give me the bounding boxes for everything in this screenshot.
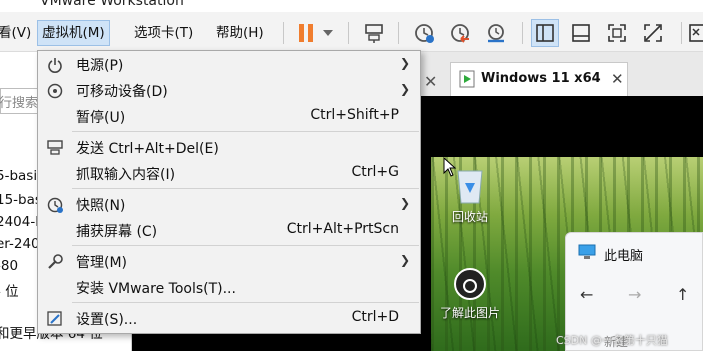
submenu-arrow-icon: ❯ bbox=[399, 196, 410, 210]
forward-arrow-icon[interactable]: → bbox=[628, 285, 641, 304]
menu-item-label: 安装 VMware Tools(T)... bbox=[76, 281, 236, 297]
menu-item-grab-input[interactable]: 抓取输入内容(I) Ctrl+G bbox=[38, 161, 420, 186]
toolbar-separator bbox=[283, 22, 284, 44]
menu-item-install-vmware-tools[interactable]: 安装 VMware Tools(T)... bbox=[38, 275, 420, 300]
menu-item-snapshot[interactable]: 快照(N) ❯ bbox=[38, 192, 420, 217]
submenu-arrow-icon: ❯ bbox=[399, 82, 410, 96]
menu-item-send-ctrl-alt-del[interactable]: 发送 Ctrl+Alt+Del(E) bbox=[38, 135, 420, 160]
explorer-title: 此电脑 bbox=[604, 249, 644, 264]
console-view-icon[interactable] bbox=[567, 19, 595, 47]
watermark: CSDN @一名第十只猫 bbox=[556, 334, 668, 347]
menu-item-label: 暂停(U) bbox=[76, 110, 126, 126]
library-item[interactable]: 5-basi bbox=[0, 168, 37, 184]
library-view-icon[interactable] bbox=[531, 19, 559, 47]
menu-item-settings[interactable]: 设置(S)... Ctrl+D bbox=[38, 306, 420, 331]
menu-separator bbox=[72, 188, 419, 189]
snapshot-revert-icon[interactable] bbox=[446, 19, 474, 47]
send-ctrl-alt-del-icon[interactable] bbox=[360, 19, 388, 47]
library-item[interactable]: - 位 bbox=[0, 280, 19, 300]
menu-separator bbox=[72, 131, 419, 132]
library-item[interactable]: er-240 bbox=[0, 236, 40, 252]
menu-item-label: 设置(S)... bbox=[76, 312, 138, 328]
menu-item-shortcut: Ctrl+Shift+P bbox=[310, 107, 399, 123]
removable-devices-icon bbox=[45, 81, 65, 101]
up-arrow-icon[interactable]: ↑ bbox=[676, 285, 689, 304]
menubar: 看(V) 虚拟机(M) 选项卡(T) 帮助(H) bbox=[0, 12, 703, 52]
wrench-icon bbox=[45, 252, 65, 272]
menu-item-power[interactable]: 电源(P) ❯ bbox=[38, 52, 420, 77]
submenu-arrow-icon: ❯ bbox=[399, 56, 410, 70]
submenu-arrow-icon: ❯ bbox=[399, 253, 410, 267]
vm-running-icon bbox=[459, 70, 475, 92]
menu-item-capture-screen[interactable]: 捕获屏幕 (C) Ctrl+Alt+PrtScn bbox=[38, 218, 420, 243]
camera-info-icon bbox=[454, 268, 486, 300]
more-icon[interactable] bbox=[688, 19, 703, 47]
menu-item-shortcut: Ctrl+G bbox=[351, 164, 400, 180]
menu-item-label: 可移动设备(D) bbox=[76, 84, 168, 100]
menu-item-manage[interactable]: 管理(M) ❯ bbox=[38, 249, 420, 274]
learn-about-picture-label: 了解此图片 bbox=[439, 306, 500, 320]
library-search-placeholder: 行搜索 bbox=[0, 96, 39, 111]
recycle-bin-icon bbox=[457, 170, 483, 204]
close-icon[interactable]: ✕ bbox=[611, 70, 624, 88]
send-keys-icon bbox=[45, 138, 65, 158]
tab-label: Windows 11 x64 bbox=[481, 71, 601, 86]
menu-item-pause[interactable]: 暂停(U) Ctrl+Shift+P bbox=[38, 104, 420, 129]
power-icon bbox=[45, 55, 65, 75]
menu-help[interactable]: 帮助(H) bbox=[212, 20, 268, 46]
menu-item-label: 管理(M) bbox=[76, 255, 128, 271]
menu-item-label: 抓取输入内容(I) bbox=[76, 167, 176, 183]
menu-item-removable-devices[interactable]: 可移动设备(D) ❯ bbox=[38, 78, 420, 103]
close-tab-icon[interactable]: ✕ bbox=[424, 72, 437, 91]
snapshot-take-icon[interactable] bbox=[410, 19, 438, 47]
learn-about-picture-desktop-icon[interactable]: 了解此图片 bbox=[435, 267, 505, 321]
menu-item-label: 快照(N) bbox=[76, 198, 126, 214]
menu-item-shortcut: Ctrl+D bbox=[351, 309, 399, 325]
fullscreen-icon[interactable] bbox=[603, 19, 631, 47]
toolbar-separator bbox=[681, 22, 682, 44]
recycle-bin-label: 回收站 bbox=[451, 210, 488, 224]
library-item[interactable]: -80 bbox=[0, 258, 18, 274]
settings-icon bbox=[45, 309, 65, 329]
menu-item-label: 捕获屏幕 (C) bbox=[76, 224, 158, 240]
computer-icon bbox=[578, 244, 596, 264]
vm-menu-dropdown: 电源(P) ❯ 可移动设备(D) ❯ 暂停(U) Ctrl+Shift+P 发送… bbox=[37, 50, 421, 334]
unity-icon[interactable] bbox=[639, 19, 667, 47]
menu-item-label: 电源(P) bbox=[76, 58, 124, 74]
library-item[interactable]: 2404-l bbox=[0, 214, 39, 230]
window-titlebar: VMware Workstation bbox=[0, 0, 703, 12]
library-item[interactable]: 15-bas bbox=[0, 192, 42, 208]
menu-separator bbox=[72, 302, 419, 303]
dropdown-arrow-icon[interactable] bbox=[318, 19, 338, 47]
menu-vm[interactable]: 虚拟机(M) bbox=[37, 20, 110, 46]
back-arrow-icon[interactable]: ← bbox=[580, 285, 593, 304]
pause-icon[interactable] bbox=[292, 19, 320, 47]
window-title: VMware Workstation bbox=[40, 0, 184, 9]
mouse-cursor-icon bbox=[443, 157, 457, 181]
toolbar-separator bbox=[398, 22, 399, 44]
menu-tabs[interactable]: 选项卡(T) bbox=[130, 20, 197, 46]
toolbar-separator bbox=[522, 22, 523, 44]
menu-item-label: 发送 Ctrl+Alt+Del(E) bbox=[76, 141, 219, 157]
toolbar-separator bbox=[348, 22, 349, 44]
menu-separator bbox=[72, 245, 419, 246]
snapshot-icon bbox=[45, 195, 65, 215]
tab-windows11[interactable]: Windows 11 x64 ✕ bbox=[450, 62, 628, 96]
snapshot-manager-icon[interactable] bbox=[482, 19, 510, 47]
menu-view[interactable]: 看(V) bbox=[0, 20, 35, 46]
menu-item-shortcut: Ctrl+Alt+PrtScn bbox=[286, 221, 399, 237]
